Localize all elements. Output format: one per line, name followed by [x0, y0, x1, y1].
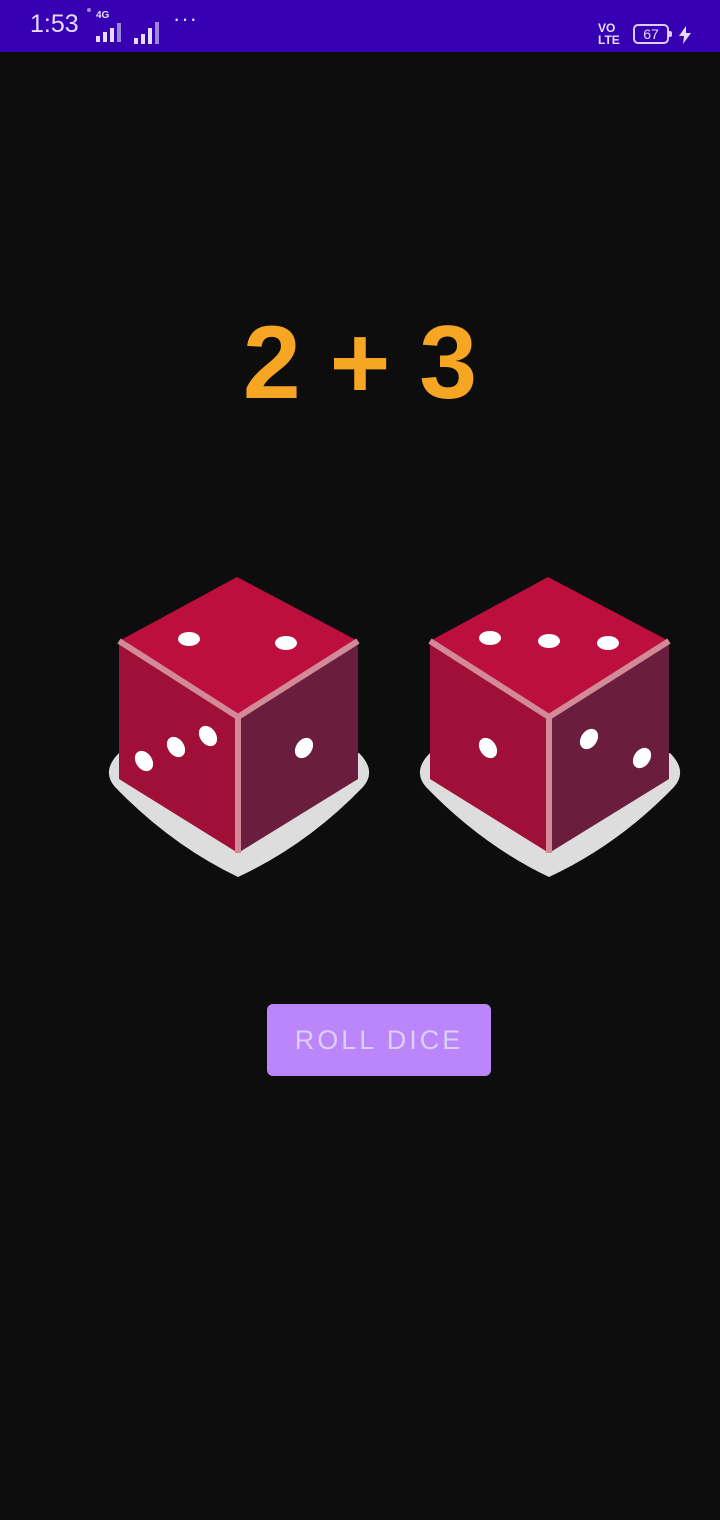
- roll-dice-button[interactable]: ROLL DICE: [267, 1004, 491, 1076]
- more-notifications-icon: ···: [173, 6, 198, 31]
- pip: [479, 631, 501, 645]
- pip: [275, 636, 297, 650]
- lte-label: LTE: [598, 33, 620, 47]
- dice-sum-display: 2 + 3: [242, 305, 478, 421]
- battery-icon: 67: [633, 24, 672, 44]
- status-time: 1:53: [30, 10, 79, 38]
- die-right[interactable]: [412, 575, 688, 879]
- battery-level: 67: [643, 26, 659, 42]
- signal-bars-icon: [134, 22, 159, 44]
- status-bar: 1:53 4G ··· VO LTE 67: [0, 0, 720, 52]
- pip: [597, 636, 619, 650]
- charging-icon: [679, 26, 691, 44]
- volte-icon: VO LTE: [598, 22, 628, 48]
- die-left[interactable]: [101, 575, 377, 879]
- pip: [538, 634, 560, 648]
- pip: [178, 632, 200, 646]
- signal-4g-label: 4G: [96, 10, 110, 21]
- signal-4g-icon: 4G: [87, 8, 121, 42]
